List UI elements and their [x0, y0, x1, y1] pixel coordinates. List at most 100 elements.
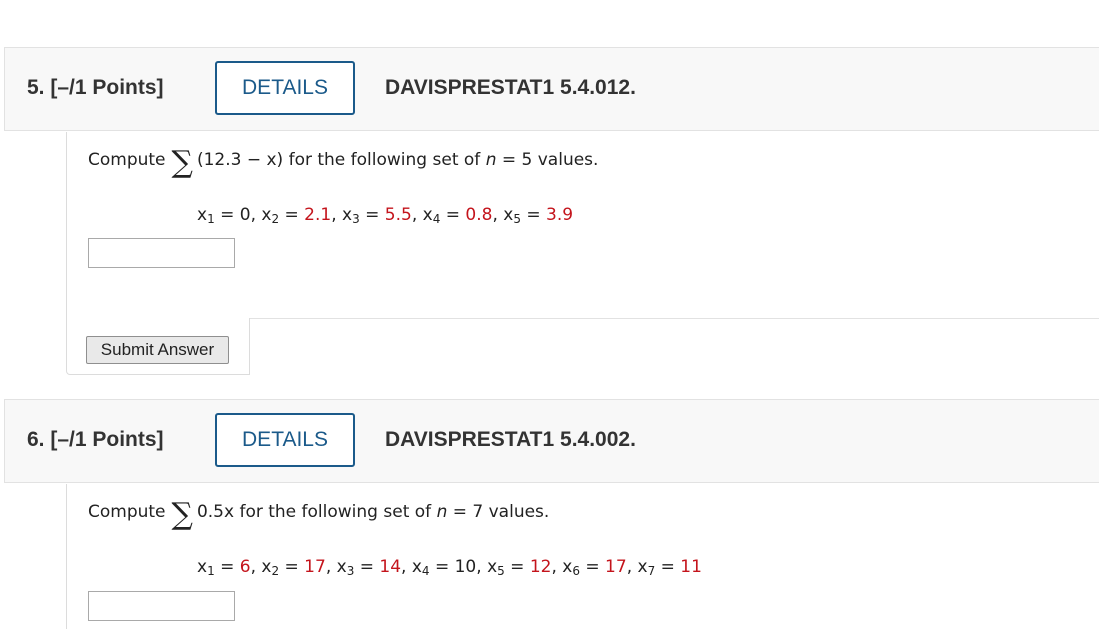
equals-sign: =: [359, 205, 385, 225]
sigma-icon: ∑: [171, 145, 193, 180]
value-item: x5 = 12,: [487, 557, 563, 578]
question-6-values: x1 = 6, x2 = 17, x3 = 14, x4 = 10, x5 = …: [197, 557, 702, 578]
variable-name: x: [336, 557, 347, 577]
equals-sign: =: [440, 205, 466, 225]
value-item: x1 = 0,: [197, 205, 262, 226]
value-separator: ,: [551, 557, 563, 577]
value-item: x2 = 2.1,: [261, 205, 343, 226]
equals-sign: =: [429, 557, 455, 577]
value-item: x2 = 17,: [261, 557, 337, 578]
value-text: 0.8: [465, 205, 493, 225]
variable-subscript: 2: [271, 212, 280, 226]
value-item: x7 = 11: [637, 557, 702, 578]
value-separator: ,: [411, 205, 423, 225]
value-item: x5 = 3.9: [503, 205, 574, 226]
value-text: 17: [605, 557, 627, 577]
value-separator: ,: [626, 557, 638, 577]
variable-subscript: 5: [513, 212, 521, 226]
equals-sign: =: [520, 205, 547, 225]
prompt-count-text: = 7 values.: [447, 502, 550, 522]
variable-subscript: 7: [647, 564, 656, 578]
question-number-label: 5. [–/1 Points]: [27, 76, 164, 99]
variable-name: x: [197, 557, 208, 577]
equals-sign: =: [354, 557, 380, 577]
value-separator: ,: [331, 205, 343, 225]
value-item: x3 = 5.5,: [342, 205, 423, 226]
value-item: x6 = 17,: [562, 557, 638, 578]
variable-subscript: 1: [207, 212, 215, 226]
value-separator: ,: [401, 557, 412, 577]
equals-sign: =: [214, 557, 240, 577]
question-code: DAVISPRESTAT1 5.4.002.: [385, 428, 636, 451]
prompt-expression: 0.5x: [196, 502, 235, 522]
variable-name: x: [487, 557, 498, 577]
value-item: x1 = 6,: [197, 557, 262, 578]
value-item: x4 = 10,: [411, 557, 488, 578]
prompt-text: for the following set of: [234, 502, 437, 522]
variable-name: x: [422, 205, 433, 225]
submit-answer-button[interactable]: Submit Answer: [86, 336, 229, 364]
variable-name: x: [261, 557, 272, 577]
equals-sign: =: [504, 557, 530, 577]
question-5-left-rule: [66, 132, 67, 318]
details-button[interactable]: DETAILS: [215, 61, 355, 115]
variable-name: x: [261, 205, 272, 225]
question-5-values: x1 = 0, x2 = 2.1, x3 = 5.5, x4 = 0.8, x5…: [197, 205, 574, 226]
value-text: 0: [239, 205, 251, 225]
variable-name: x: [503, 205, 514, 225]
question-5-header: 5. [–/1 Points] DETAILS DAVISPRESTAT1 5.…: [4, 47, 1099, 131]
equals-sign: =: [214, 205, 240, 225]
variable-name: x: [411, 557, 422, 577]
value-text: 3.9: [546, 205, 574, 225]
question-6-prompt: Compute ∑ 0.5x for the following set of …: [88, 497, 550, 532]
value-separator: ,: [250, 205, 262, 225]
variable-name: x: [342, 205, 353, 225]
prompt-prefix: Compute: [88, 502, 166, 522]
value-separator: ,: [492, 205, 504, 225]
value-text: 6: [239, 557, 251, 577]
value-text: 5.5: [384, 205, 412, 225]
value-text: 17: [304, 557, 326, 577]
variable-subscript: 5: [497, 564, 505, 578]
question-6-left-rule: [66, 484, 67, 629]
variable-subscript: 4: [421, 564, 430, 578]
variable-name: x: [197, 205, 208, 225]
variable-subscript: 3: [352, 212, 360, 226]
variable-subscript: 2: [271, 564, 280, 578]
value-text: 12: [529, 557, 552, 577]
value-text: 10: [454, 557, 477, 577]
value-text: 14: [379, 557, 402, 577]
value-text: 2.1: [304, 205, 332, 225]
variable-subscript: 1: [207, 564, 215, 578]
answer-input[interactable]: [88, 238, 235, 268]
details-button[interactable]: DETAILS: [215, 413, 355, 467]
prompt-n-variable: n: [485, 150, 497, 170]
sigma-icon: ∑: [171, 497, 193, 532]
equals-sign: =: [279, 205, 305, 225]
value-item: x3 = 14,: [336, 557, 412, 578]
prompt-expression: (12.3 − x): [196, 150, 284, 170]
value-separator: ,: [476, 557, 488, 577]
question-6-header: 6. [–/1 Points] DETAILS DAVISPRESTAT1 5.…: [4, 399, 1099, 483]
question-code: DAVISPRESTAT1 5.4.012.: [385, 76, 636, 99]
value-text: 11: [680, 557, 702, 577]
prompt-n-variable: n: [436, 502, 448, 522]
value-separator: ,: [325, 557, 337, 577]
value-item: x4 = 0.8,: [422, 205, 504, 226]
equals-sign: =: [579, 557, 606, 577]
equals-sign: =: [655, 557, 681, 577]
prompt-text: for the following set of: [283, 150, 486, 170]
variable-subscript: 6: [572, 564, 580, 578]
variable-subscript: 3: [346, 564, 355, 578]
divider: [249, 318, 1099, 319]
question-number-label: 6. [–/1 Points]: [27, 428, 164, 451]
variable-subscript: 4: [432, 212, 441, 226]
answer-input[interactable]: [88, 591, 235, 621]
equals-sign: =: [279, 557, 305, 577]
question-5-prompt: Compute ∑ (12.3 − x) for the following s…: [88, 145, 599, 180]
prompt-prefix: Compute: [88, 150, 166, 170]
prompt-count-text: = 5 values.: [496, 150, 599, 170]
value-separator: ,: [250, 557, 262, 577]
variable-name: x: [637, 557, 648, 577]
variable-name: x: [562, 557, 573, 577]
